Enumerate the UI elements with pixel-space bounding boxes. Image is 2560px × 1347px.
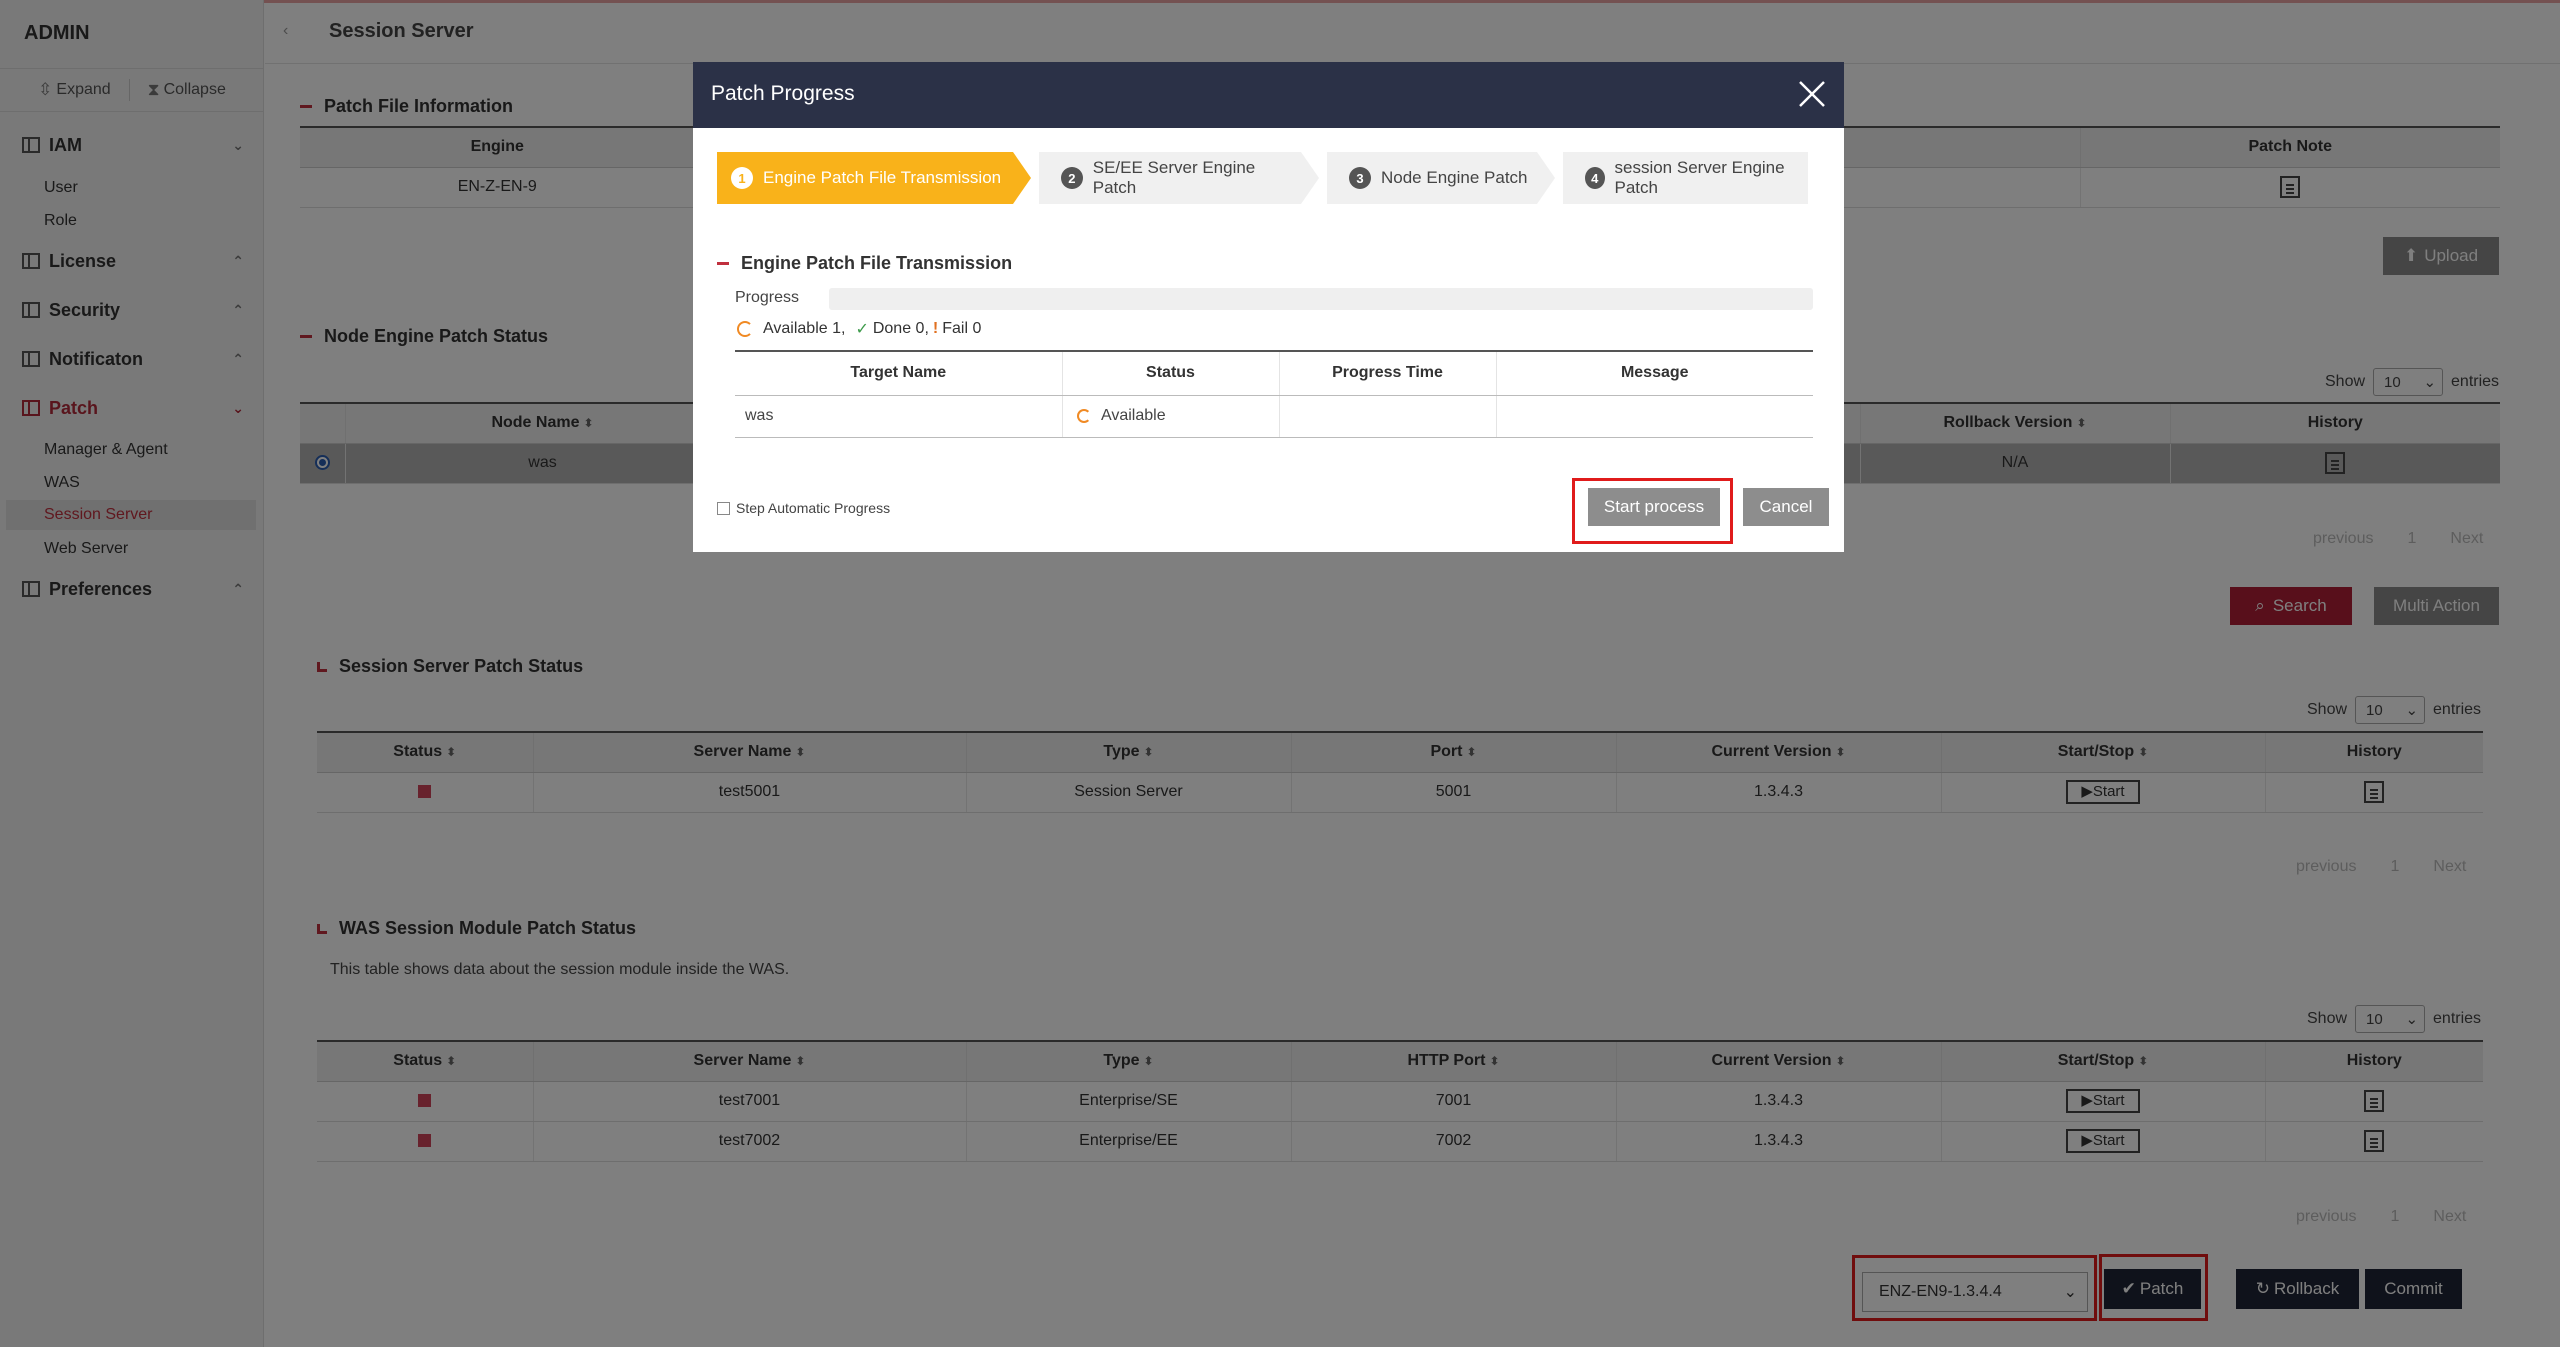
status-cell: Available xyxy=(1061,395,1279,438)
step-number: 1 xyxy=(731,167,753,189)
step-arrow xyxy=(1537,152,1555,204)
warning-icon: ! xyxy=(932,320,939,337)
step-number: 3 xyxy=(1349,167,1371,189)
available-count: Available 1, xyxy=(763,320,846,337)
step-2: 2 SE/EE Server Engine Patch xyxy=(1039,152,1301,204)
step-auto-option[interactable]: Step Automatic Progress xyxy=(717,500,890,516)
col-target-name: Target Name xyxy=(735,350,1062,396)
loading-icon xyxy=(1076,408,1091,423)
message-cell xyxy=(1495,395,1813,438)
table-row: was Available xyxy=(735,395,1813,438)
step-label: Node Engine Patch xyxy=(1381,168,1528,187)
step-auto-label: Step Automatic Progress xyxy=(736,500,891,516)
progress-counts: Available 1, ✓ Done 0, ! Fail 0 xyxy=(737,319,981,339)
progress-bar xyxy=(829,288,1813,310)
done-count: Done 0, xyxy=(872,320,929,337)
fail-count: Fail 0 xyxy=(942,320,982,337)
target-table: Target Name Status Progress Time Message… xyxy=(735,350,1813,438)
step-arrow xyxy=(1301,152,1319,204)
cancel-button[interactable]: Cancel xyxy=(1743,488,1829,526)
step-label: Engine Patch File Transmission xyxy=(763,168,1002,187)
step-arrow xyxy=(1013,152,1031,204)
step-number: 2 xyxy=(1061,167,1083,189)
check-icon: ✓ xyxy=(855,321,869,338)
step-number: 4 xyxy=(1585,167,1605,189)
progress-time-cell xyxy=(1278,395,1496,438)
modal-header: Patch Progress xyxy=(693,62,1844,128)
step-label: session Server Engine Patch xyxy=(1614,158,1785,197)
section-marker xyxy=(717,262,729,265)
step-4: 4 session Server Engine Patch xyxy=(1563,152,1808,204)
step-1: 1 Engine Patch File Transmission xyxy=(717,152,1013,204)
step-indicator: 1 Engine Patch File Transmission 2 SE/EE… xyxy=(717,152,1808,204)
loading-icon xyxy=(737,321,753,337)
col-status: Status xyxy=(1061,350,1279,396)
modal-title: Patch Progress xyxy=(711,82,855,105)
highlight-box-start xyxy=(1572,478,1733,544)
step-3: 3 Node Engine Patch xyxy=(1327,152,1537,204)
modal-section-title: Engine Patch File Transmission xyxy=(717,253,1012,274)
close-icon[interactable] xyxy=(1792,74,1832,114)
step-label: SE/EE Server Engine Patch xyxy=(1092,158,1256,197)
patch-progress-modal: Patch Progress 1 Engine Patch File Trans… xyxy=(693,62,1844,552)
target-name-cell: was xyxy=(735,395,1062,438)
col-message: Message xyxy=(1495,350,1813,396)
step-auto-checkbox[interactable] xyxy=(717,501,730,515)
progress-label: Progress xyxy=(735,289,800,306)
col-progress-time: Progress Time xyxy=(1278,350,1496,396)
section-title-text: Engine Patch File Transmission xyxy=(741,253,1013,273)
status-text: Available xyxy=(1100,407,1166,424)
